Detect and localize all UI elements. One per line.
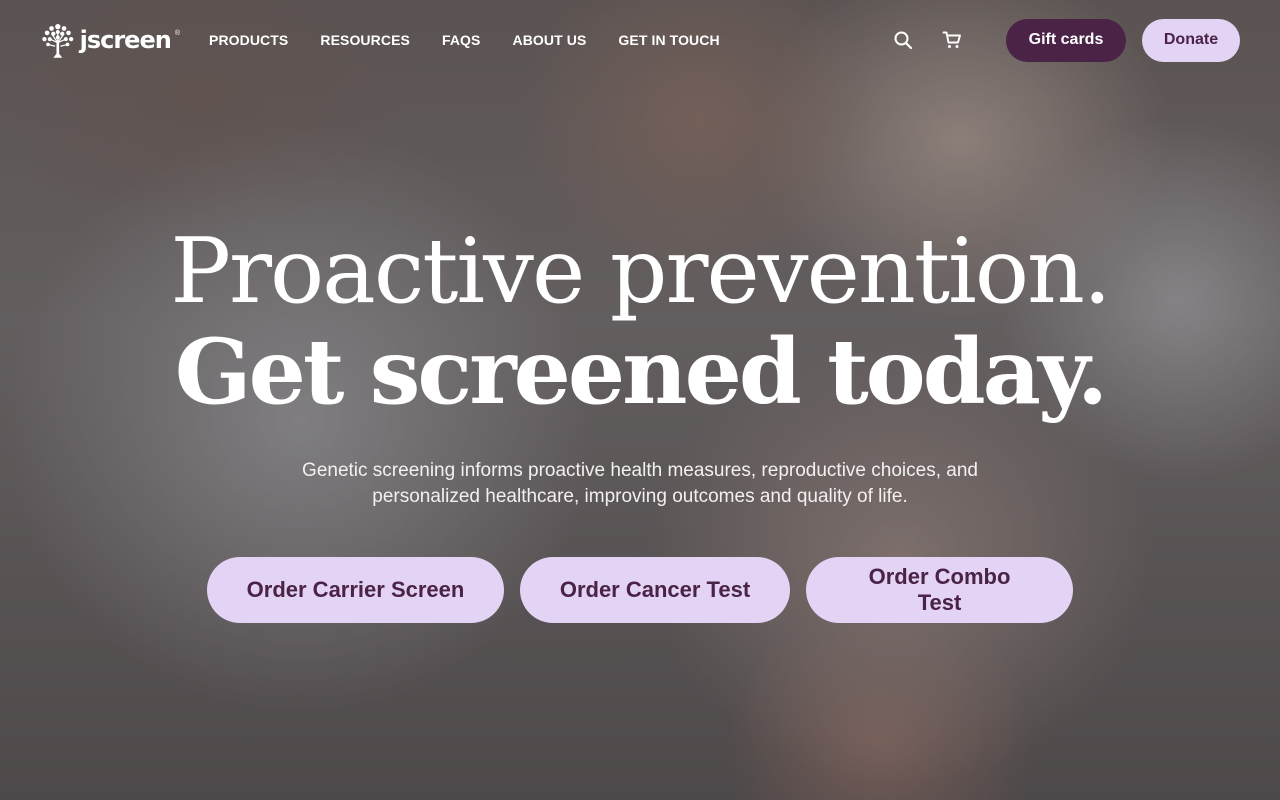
- nav-item-faqs[interactable]: FAQS: [442, 32, 481, 48]
- order-carrier-screen-button[interactable]: Order Carrier Screen: [207, 557, 504, 623]
- order-cancer-test-button[interactable]: Order Cancer Test: [520, 557, 790, 623]
- main-nav: PRODUCTS RESOURCES FAQS ABOUT US GET IN …: [209, 32, 720, 48]
- site-logo[interactable]: jscreen ®: [40, 18, 180, 62]
- logo-wordmark: jscreen: [79, 26, 172, 54]
- site-header: jscreen ® PRODUCTS RESOURCES FAQS ABOUT …: [0, 0, 1280, 80]
- registered-mark: ®: [174, 30, 180, 37]
- hero-section: Proactive prevention. Get screened today…: [0, 222, 1280, 510]
- hero-headline-line1: Proactive prevention.: [170, 219, 1111, 324]
- nav-item-products[interactable]: PRODUCTS: [209, 32, 288, 48]
- gift-cards-button[interactable]: Gift cards: [1006, 18, 1126, 62]
- hero-cta-row: Order Carrier Screen Order Cancer Test O…: [0, 557, 1280, 623]
- hero-headline-line2: Get screened today.: [174, 319, 1109, 425]
- search-icon: [894, 31, 913, 50]
- search-button[interactable]: [889, 26, 917, 54]
- hero-subtext: Genetic screening informs proactive heal…: [302, 460, 978, 507]
- tree-icon: [42, 23, 74, 58]
- nav-item-resources[interactable]: RESOURCES: [320, 32, 410, 48]
- nav-item-get-in-touch[interactable]: GET IN TOUCH: [618, 32, 719, 48]
- header-actions: Gift cards Donate: [889, 18, 1240, 62]
- cart-icon: [942, 31, 961, 48]
- donate-button[interactable]: Donate: [1142, 18, 1240, 62]
- nav-item-about-us[interactable]: ABOUT US: [512, 32, 586, 48]
- cart-button[interactable]: [938, 26, 966, 54]
- order-combo-test-button[interactable]: Order Combo Test: [806, 557, 1073, 623]
